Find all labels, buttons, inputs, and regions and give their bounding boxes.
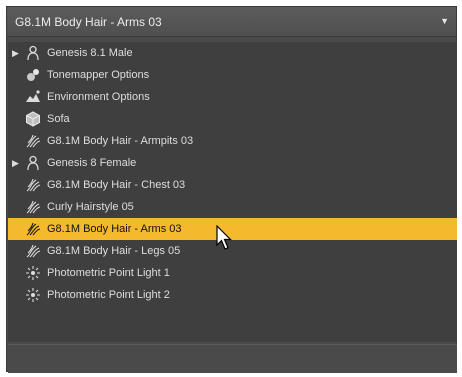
tonemapper-icon: [24, 66, 42, 84]
hair-icon: [24, 132, 42, 150]
hair-icon: [24, 176, 42, 194]
scene-node-row[interactable]: Photometric Point Light 2: [8, 284, 457, 306]
scene-node-label: Genesis 8 Female: [47, 157, 137, 169]
scene-node-label: G8.1M Body Hair - Armpits 03: [47, 135, 194, 147]
scene-selector-dropdown[interactable]: G8.1M Body Hair - Arms 03 ▼: [7, 7, 456, 37]
scene-node-row[interactable]: Environment Options: [8, 86, 457, 108]
hair-icon: [24, 198, 42, 216]
scene-node-row[interactable]: ▶ Genesis 8 Female: [8, 152, 457, 174]
scene-node-row[interactable]: Tonemapper Options: [8, 64, 457, 86]
scene-node-list: ▶ Genesis 8.1 Male Tonemapper Options Envir…: [8, 42, 457, 342]
scene-node-row[interactable]: ▶ Genesis 8.1 Male: [8, 42, 457, 64]
scene-node-row[interactable]: G8.1M Body Hair - Chest 03: [8, 174, 457, 196]
scene-node-label: G8.1M Body Hair - Chest 03: [47, 179, 186, 191]
dropdown-arrow-icon[interactable]: ▼: [440, 16, 449, 26]
scene-node-label: G8.1M Body Hair - Legs 05: [47, 245, 181, 257]
scene-node-label: Curly Hairstyle 05: [47, 201, 134, 213]
scene-node-label: Genesis 8.1 Male: [47, 47, 133, 59]
scene-node-label: Sofa: [47, 113, 70, 125]
expand-triangle-icon[interactable]: ▶: [12, 158, 22, 169]
scene-node-row[interactable]: Photometric Point Light 1: [8, 262, 457, 284]
scene-node-row[interactable]: G8.1M Body Hair - Armpits 03: [8, 130, 457, 152]
scene-node-row[interactable]: Curly Hairstyle 05: [8, 196, 457, 218]
scene-node-label: Photometric Point Light 1: [47, 267, 170, 279]
hair-icon: [24, 220, 42, 238]
panel-footer: [8, 344, 457, 373]
scene-node-label: Photometric Point Light 2: [47, 289, 170, 301]
scene-selector-panel: G8.1M Body Hair - Arms 03 ▼ ▶ Genesis 8.1…: [6, 6, 457, 373]
figure-icon: [24, 44, 42, 62]
hair-icon: [24, 242, 42, 260]
point-light-icon: [24, 286, 42, 304]
scene-node-label: Environment Options: [47, 91, 150, 103]
point-light-icon: [24, 264, 42, 282]
prop-icon: [24, 110, 42, 128]
environment-icon: [24, 88, 42, 106]
expand-triangle-icon[interactable]: ▶: [12, 48, 22, 59]
scene-node-label: Tonemapper Options: [47, 69, 150, 81]
mouse-cursor-icon: [216, 225, 232, 250]
scene-node-row[interactable]: Sofa: [8, 108, 457, 130]
figure-icon: [24, 154, 42, 172]
selected-node-title: G8.1M Body Hair - Arms 03: [15, 15, 162, 29]
scene-node-label: G8.1M Body Hair - Arms 03: [47, 223, 182, 235]
